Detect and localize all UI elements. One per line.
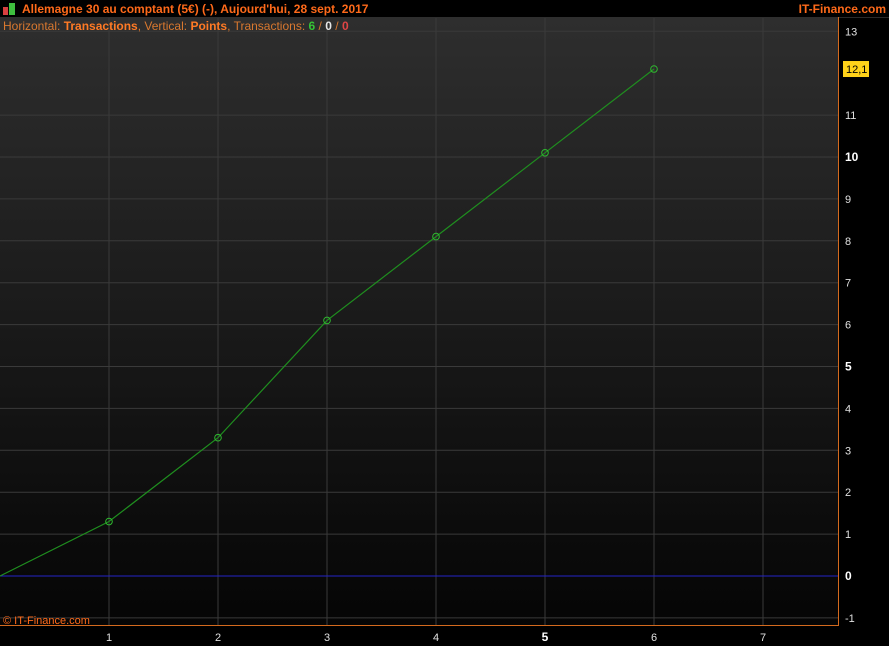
- y-tick-label: 1: [845, 529, 851, 541]
- x-tick-label: 4: [433, 632, 439, 644]
- count-white: 0: [325, 19, 332, 33]
- y-tick-label: 0: [845, 569, 852, 583]
- y-tick-label: 11: [845, 110, 856, 122]
- x-tick-label: 2: [215, 632, 221, 644]
- x-tick-label: 7: [760, 632, 766, 644]
- line-chart: 1311109876543210-1 1234567 12,1: [0, 18, 869, 644]
- x-tick-label: 1: [106, 632, 112, 644]
- y-tick-label: 6: [845, 320, 851, 332]
- separator: /: [335, 19, 339, 33]
- vertical-label: Vertical:: [144, 19, 188, 33]
- y-tick-label: -1: [845, 613, 855, 625]
- last-value-badge: 12,1: [843, 61, 869, 78]
- x-tick-label: 6: [651, 632, 657, 644]
- y-tick-label: 3: [845, 445, 851, 457]
- horizontal-value: Transactions: [63, 19, 138, 33]
- x-axis: 1 2 3 4 5 6 7: [106, 630, 766, 644]
- transactions-label: Transactions:: [233, 19, 306, 33]
- y-tick-label: 9: [845, 194, 851, 206]
- y-tick-label: 5: [845, 360, 852, 374]
- y-tick-label: 2: [845, 487, 851, 499]
- y-tick-label: 10: [845, 150, 859, 164]
- horizontal-label: Horizontal:: [3, 19, 61, 33]
- grid: [0, 18, 838, 625]
- y-tick-label: 13: [845, 26, 857, 38]
- count-red: 0: [341, 19, 349, 33]
- y-tick-label: 8: [845, 236, 851, 248]
- y-tick-label: 7: [845, 278, 851, 290]
- vertical-value: Points: [190, 19, 228, 33]
- copyright-notice: © IT-Finance.com: [3, 615, 90, 627]
- y-tick-label: 4: [845, 403, 851, 415]
- x-tick-label: 3: [324, 632, 330, 644]
- separator: /: [318, 19, 322, 33]
- y-axis: 1311109876543210-1: [845, 26, 859, 625]
- last-value-label: 12,1: [846, 64, 867, 76]
- series: [0, 65, 658, 577]
- x-tick-label: 5: [542, 630, 549, 644]
- count-green: 6: [308, 19, 316, 33]
- chart-info-line: Horizontal: Transactions, Vertical: Poin…: [3, 19, 349, 33]
